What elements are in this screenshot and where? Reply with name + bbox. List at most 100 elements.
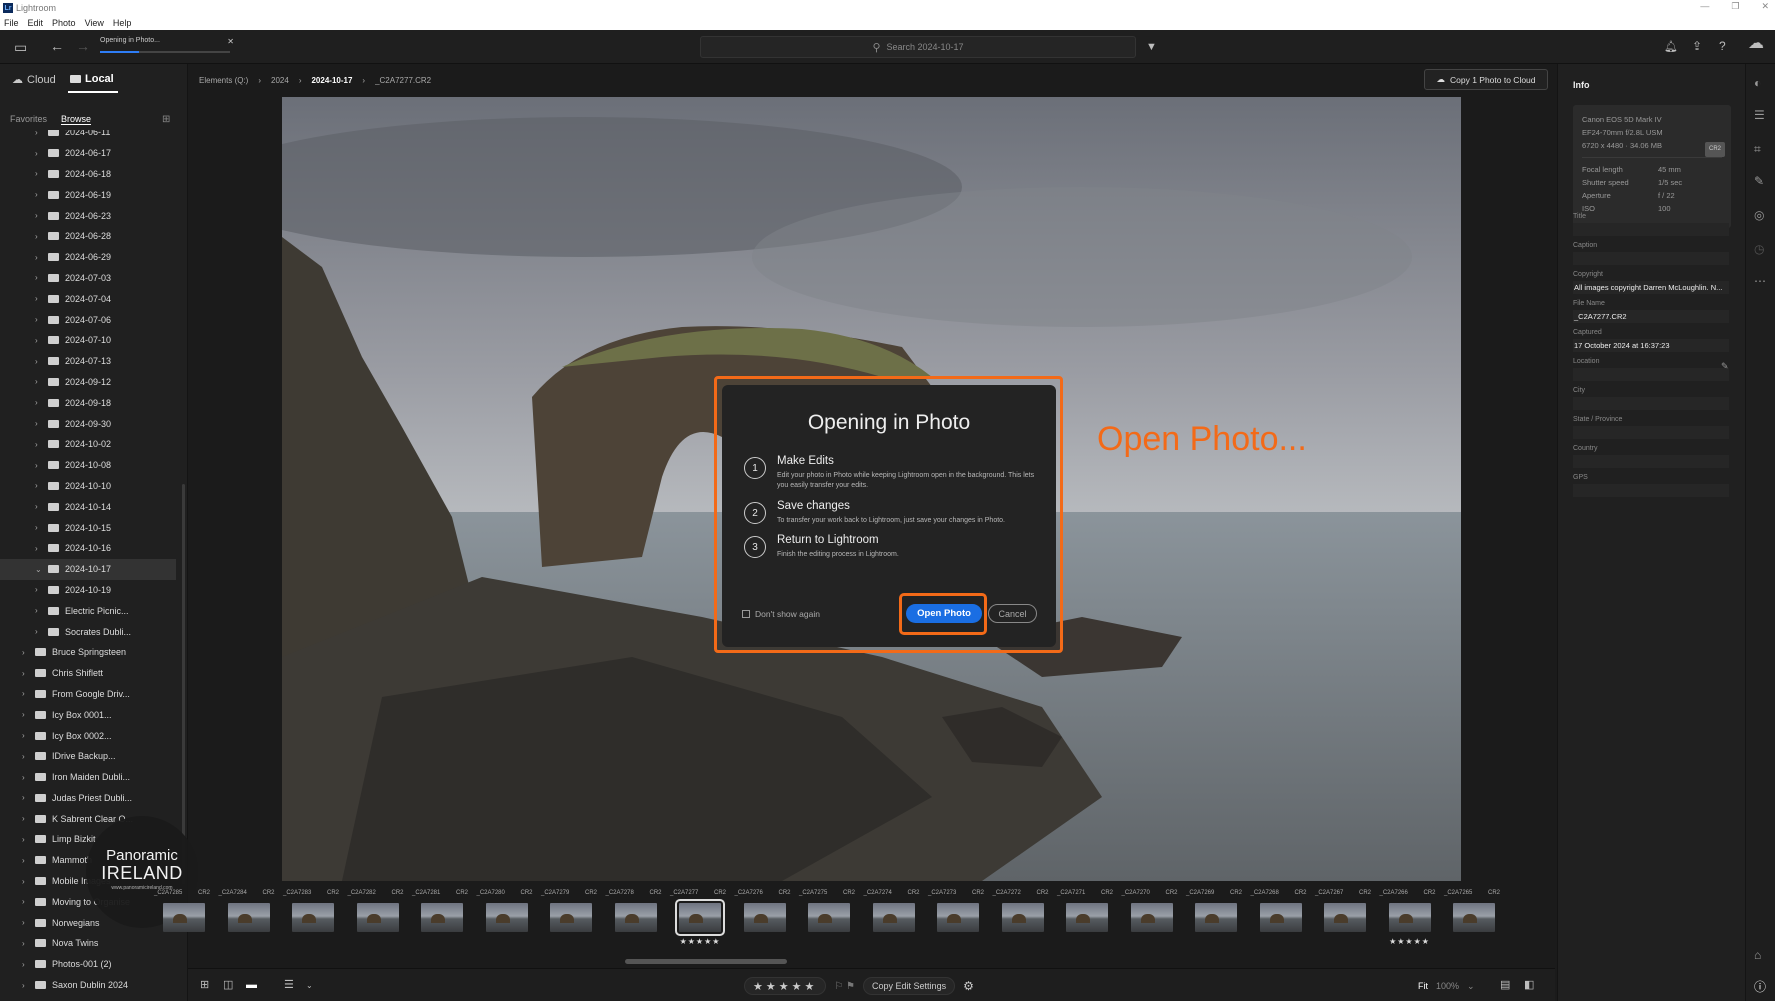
edit-panel-icon[interactable]: ◐ <box>1754 76 1761 90</box>
adjust-sliders-icon[interactable]: ☰ <box>1754 108 1765 122</box>
folder-item[interactable]: › 2024-09-18 <box>0 392 176 413</box>
info-icon[interactable]: ⓘ <box>1754 978 1766 995</box>
folder-item[interactable]: › 2024-06-28 <box>0 226 176 247</box>
folder-item[interactable]: › Icy Box 0001... <box>0 704 176 725</box>
filmstrip-thumbnail[interactable]: _C2A7275 CR2 <box>797 890 861 950</box>
menu-file[interactable]: File <box>4 18 19 28</box>
settings-gear-icon[interactable]: ⚙ <box>963 979 974 993</box>
dont-show-again-option[interactable]: Don't show again <box>742 609 820 619</box>
info-field-value[interactable] <box>1573 397 1729 410</box>
folder-item[interactable]: › Electric Picnic... <box>0 600 176 621</box>
more-options-icon[interactable]: ⋯ <box>1754 274 1766 288</box>
filmstrip-thumbnail[interactable]: _C2A7284 CR2 <box>217 890 281 950</box>
chevron-right-icon[interactable]: › <box>35 502 45 511</box>
chevron-right-icon[interactable]: › <box>35 211 45 220</box>
chevron-right-icon[interactable]: › <box>35 461 45 470</box>
folder-item[interactable]: › Iron Maiden Dubli... <box>0 767 176 788</box>
filmstrip-thumbnail[interactable]: _C2A7273 CR2 <box>926 890 990 950</box>
chevron-right-icon[interactable]: › <box>35 169 45 178</box>
favorites-tab[interactable]: Favorites <box>10 114 47 125</box>
chevron-right-icon[interactable]: › <box>22 856 32 865</box>
local-tab[interactable]: Local <box>70 73 114 85</box>
cancel-button[interactable]: Cancel <box>988 604 1037 623</box>
chevron-right-icon[interactable]: › <box>35 606 45 615</box>
folder-item[interactable]: › 2024-06-17 <box>0 143 176 164</box>
chevron-right-icon[interactable]: › <box>35 273 45 282</box>
chevron-right-icon[interactable]: › <box>35 294 45 303</box>
crumb-year[interactable]: 2024 <box>271 76 289 85</box>
menu-help[interactable]: Help <box>113 18 132 28</box>
grid-view-icon[interactable]: ⊞ <box>200 978 209 992</box>
sort-dropdown-icon[interactable]: ⌄ <box>306 979 313 993</box>
folder-item[interactable]: › 2024-06-23 <box>0 205 176 226</box>
detail-view-icon[interactable]: ▬ <box>246 978 257 992</box>
history-icon[interactable]: ◷ <box>1754 242 1764 256</box>
filmstrip-thumbnail[interactable]: _C2A7269 CR2 <box>1184 890 1248 950</box>
healing-brush-icon[interactable]: ✎ <box>1754 174 1764 188</box>
folder-item[interactable]: › 2024-09-30 <box>0 413 176 434</box>
chevron-right-icon[interactable]: › <box>35 419 45 428</box>
bell-icon[interactable]: 🔔︎ <box>1664 40 1678 54</box>
edit-captured-date-icon[interactable]: ✎ <box>1721 361 1729 372</box>
folder-item[interactable]: › Photos-001 (2) <box>0 954 176 975</box>
maximize-button[interactable]: ❐ <box>1731 1 1739 12</box>
back-arrow-icon[interactable]: ← <box>50 39 64 53</box>
chevron-right-icon[interactable]: › <box>35 336 45 345</box>
fit-button[interactable]: Fit <box>1418 981 1428 992</box>
folder-item[interactable]: › 2024-10-15 <box>0 517 176 538</box>
filmstrip-thumbnail[interactable]: _C2A7278 CR2 <box>604 890 668 950</box>
chevron-right-icon[interactable]: › <box>22 648 32 657</box>
panel-toggle-icon[interactable]: ▭ <box>14 40 27 54</box>
folder-item[interactable]: › Saxon Dublin 2024 <box>0 975 176 996</box>
chevron-right-icon[interactable]: › <box>35 377 45 386</box>
filmstrip-thumbnail[interactable]: _C2A7280 CR2 <box>475 890 539 950</box>
menu-view[interactable]: View <box>85 18 104 28</box>
filmstrip-thumbnail[interactable]: _C2A7271 CR2 <box>1055 890 1119 950</box>
dont-show-checkbox[interactable] <box>742 610 750 618</box>
chevron-right-icon[interactable]: › <box>22 773 32 782</box>
chevron-right-icon[interactable]: › <box>35 585 45 594</box>
folder-item[interactable]: › 2024-10-10 <box>0 476 176 497</box>
chevron-right-icon[interactable]: › <box>22 918 32 927</box>
cloud-icon[interactable]: ☁ <box>1748 36 1764 52</box>
filmstrip-toggle-icon[interactable]: ▤ <box>1500 978 1510 992</box>
folder-item[interactable]: › 2024-06-29 <box>0 247 176 268</box>
chevron-right-icon[interactable]: › <box>22 877 32 886</box>
filmstrip-thumbnail[interactable]: _C2A7279 CR2 <box>539 890 603 950</box>
info-field-value[interactable]: All images copyright Darren McLoughlin. … <box>1573 281 1729 294</box>
chevron-right-icon[interactable]: › <box>35 315 45 324</box>
chevron-right-icon[interactable]: › <box>35 149 45 158</box>
add-folder-icon[interactable]: ⊞ <box>162 114 170 125</box>
masking-icon[interactable]: ◎ <box>1754 208 1764 222</box>
chevron-right-icon[interactable]: › <box>35 190 45 199</box>
folder-item[interactable]: ⌄ 2024-10-17 <box>0 558 176 580</box>
folder-item[interactable]: › 2024-10-14 <box>0 496 176 517</box>
browse-tab[interactable]: Browse <box>61 114 92 125</box>
folder-item[interactable]: › Judas Priest Dubli... <box>0 788 176 809</box>
forward-arrow-icon[interactable]: → <box>76 39 90 53</box>
chevron-right-icon[interactable]: › <box>22 689 32 698</box>
filmstrip-thumbnail[interactable]: _C2A7276 CR2 <box>733 890 797 950</box>
square-grid-icon[interactable]: ◫ <box>223 978 233 992</box>
filmstrip-thumbnail[interactable]: _C2A7274 CR2 <box>862 890 926 950</box>
chevron-right-icon[interactable]: › <box>35 523 45 532</box>
chevron-right-icon[interactable]: › <box>35 544 45 553</box>
info-field-value[interactable] <box>1573 426 1729 439</box>
folder-item[interactable]: › 2024-07-13 <box>0 351 176 372</box>
chevron-right-icon[interactable]: › <box>35 253 45 262</box>
chevron-down-icon[interactable]: ⌄ <box>35 565 45 574</box>
info-field-value[interactable] <box>1573 455 1729 468</box>
filmstrip-scrollbar[interactable] <box>625 959 787 964</box>
chevron-right-icon[interactable]: › <box>22 897 32 906</box>
chevron-right-icon[interactable]: › <box>22 752 32 761</box>
chevron-right-icon[interactable]: › <box>22 960 32 969</box>
crop-icon[interactable]: ⌗ <box>1754 142 1761 157</box>
chevron-right-icon[interactable]: › <box>22 939 32 948</box>
folder-item[interactable]: › 2024-07-10 <box>0 330 176 351</box>
folder-item[interactable]: › Icy Box 0002... <box>0 725 176 746</box>
chevron-right-icon[interactable]: › <box>22 981 32 990</box>
menu-photo[interactable]: Photo <box>52 18 76 28</box>
chevron-right-icon[interactable]: › <box>22 669 32 678</box>
filmstrip-thumbnail[interactable]: _C2A7282 CR2 <box>346 890 410 950</box>
filmstrip-thumbnail[interactable]: _C2A7285 CR2 <box>152 890 216 950</box>
